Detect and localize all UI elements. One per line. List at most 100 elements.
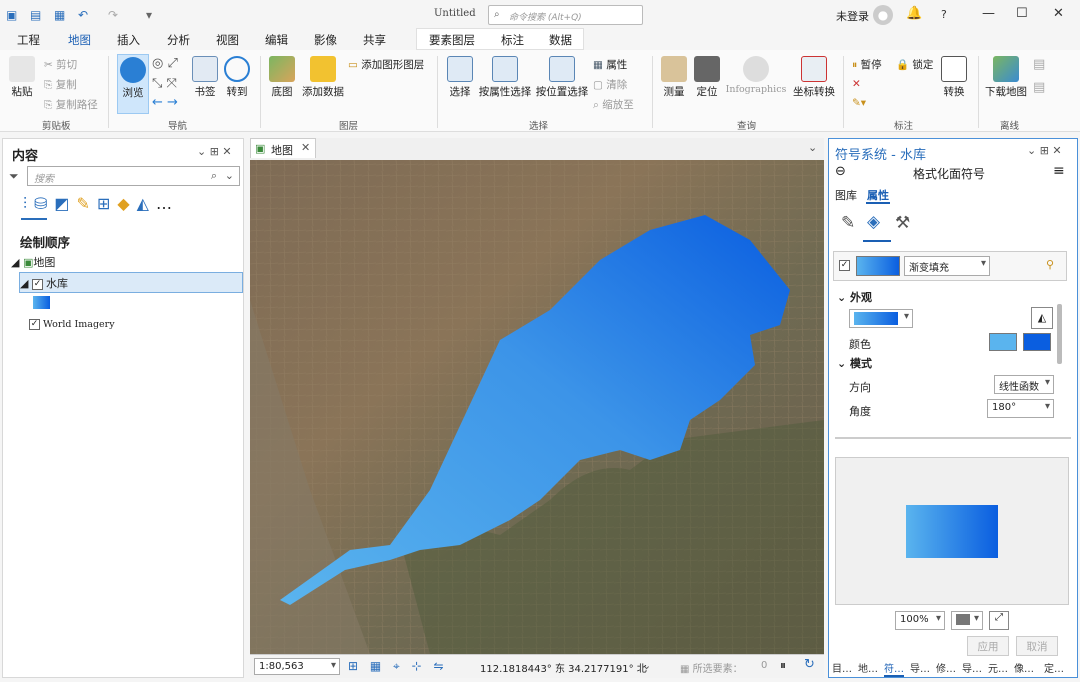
cancel-button[interactable]: 取消 (1016, 636, 1058, 656)
tab-project[interactable]: 工程 (17, 32, 40, 48)
lock-icon[interactable]: ⚲ (1046, 258, 1054, 271)
wrench-icon[interactable]: ⚒ (895, 213, 910, 233)
filter-icon[interactable]: ⏷ (9, 169, 19, 184)
minimize-icon[interactable]: — (982, 6, 995, 21)
map-tab[interactable]: ▣ 地图 ✕ (250, 138, 316, 158)
bottom-tab-5[interactable]: 导… (962, 660, 982, 675)
selection-icon[interactable]: ◩ (54, 194, 76, 213)
charts-icon[interactable]: ◭ (137, 194, 156, 213)
tab-labeling[interactable]: 标注 (501, 32, 524, 48)
download-map-button[interactable]: 下载地图 (984, 56, 1028, 99)
select-button[interactable]: 选择 (447, 56, 473, 99)
infographics-button[interactable]: Infographics (724, 56, 788, 95)
tab-feature-layer[interactable]: 要素图层 (429, 32, 475, 48)
brush-icon[interactable]: ✎ (841, 213, 855, 233)
chevron-down-icon[interactable]: ⌄ (808, 141, 817, 154)
preview-options-icon[interactable]: ⤢ (989, 611, 1009, 630)
tab-imagery[interactable]: 影像 (314, 32, 337, 48)
convert-coordinates-button[interactable]: 坐标转换 (792, 56, 836, 99)
bottom-tab-6[interactable]: 元… (988, 660, 1008, 675)
user-label[interactable]: 未登录 (836, 8, 869, 24)
explore-button[interactable]: 浏览 (117, 54, 149, 114)
tab-share[interactable]: 共享 (363, 32, 386, 48)
add-data-button[interactable]: 添加数据 (301, 56, 345, 99)
visibility-checkbox[interactable]: ✓ (29, 319, 40, 330)
command-search-input[interactable]: ⌕ 命令搜索 (Alt+Q) (488, 5, 643, 25)
save-icon[interactable]: ▦ (54, 8, 65, 22)
goto-button[interactable]: 转到 (224, 56, 250, 99)
color-start-picker[interactable] (989, 333, 1017, 351)
cut-button[interactable]: ✂ 剪切 (44, 57, 77, 72)
scale-dropdown[interactable]: 1:80,563 (254, 658, 340, 675)
close-icon[interactable]: ✕ (301, 141, 310, 154)
add-graphics-layer-button[interactable]: ▭ 添加图形图层 (348, 57, 424, 72)
convert-labels-button[interactable]: 转换 (940, 56, 968, 99)
drawing-order-icon[interactable]: ⫶ (23, 194, 34, 213)
pane-options-icon[interactable]: ⌄ ⊞ ✕ (197, 145, 232, 158)
editing-icon[interactable]: ✎ (77, 194, 97, 213)
expand-icon[interactable]: ◢ (20, 277, 28, 290)
angle-input[interactable]: 180° (987, 399, 1054, 418)
paste-button[interactable]: 粘贴 (8, 56, 36, 99)
zoom-to-selection-button[interactable]: ⌕ 缩放至 (593, 97, 634, 112)
symbol-layer-row[interactable]: ✓ 渐变填充 ⚲ (833, 251, 1067, 281)
copy-path-button[interactable]: ⎘ 复制路径 (44, 97, 98, 112)
select-by-attribute-button[interactable]: 按属性选择 (478, 56, 532, 99)
zoom-in-out-icon[interactable]: ⤡ ⤧ (152, 76, 177, 91)
back-forward-icon[interactable]: ← → (152, 95, 178, 110)
expand-icon[interactable]: ◢ (11, 256, 19, 269)
copy-button[interactable]: ⎘ 复制 (44, 77, 77, 92)
avatar[interactable]: ● (873, 5, 893, 25)
menu-icon[interactable]: ≡ (1053, 163, 1065, 179)
color-scheme-dropdown[interactable] (849, 309, 913, 328)
measure-button[interactable]: 测量 (660, 56, 688, 99)
lock-labeling-button[interactable]: 🔒 锁定 (896, 57, 933, 72)
full-extent-icon[interactable]: ◎ ⤢ (152, 56, 178, 71)
unplaced-labels-icon[interactable]: ✕ (852, 78, 861, 90)
tab-insert[interactable]: 插入 (117, 32, 140, 48)
preview-zoom-dropdown[interactable]: 100% (895, 611, 945, 630)
pane-options-icon[interactable]: ⌄ ⊞ ✕ (1027, 144, 1062, 157)
apply-button[interactable]: 应用 (967, 636, 1009, 656)
color-end-picker[interactable] (1023, 333, 1051, 351)
map-node[interactable]: ◢ ▣地图 (11, 254, 55, 270)
labeling-icon[interactable]: ◆ (117, 194, 136, 213)
scrollbar[interactable] (1057, 304, 1062, 364)
bottom-tab-map[interactable]: 地… (858, 660, 878, 675)
tab-view[interactable]: 视图 (216, 32, 239, 48)
back-icon[interactable]: ⊖ (835, 164, 846, 179)
pattern-heading[interactable]: ⌄ 模式 (837, 355, 872, 371)
tab-analysis[interactable]: 分析 (167, 32, 190, 48)
layers-icon[interactable]: ◈ (867, 212, 880, 232)
symbol-layer-checkbox[interactable]: ✓ (839, 260, 850, 271)
maximize-icon[interactable]: ☐ (1016, 6, 1028, 21)
label-options-icon[interactable]: ✎▾ (852, 97, 866, 109)
splitter[interactable] (835, 437, 1071, 439)
flip-colors-button[interactable]: ◭ (1031, 307, 1053, 329)
locate-button[interactable]: 定位 (693, 56, 721, 99)
select-by-location-button[interactable]: 按位置选择 (535, 56, 589, 99)
help-button[interactable]: ? (941, 8, 947, 21)
bottom-tab-7[interactable]: 像… (1014, 660, 1034, 675)
fill-type-dropdown[interactable]: 渐变填充 (904, 256, 990, 276)
contents-search-input[interactable]: 搜索 ⌕ ⌄ (27, 166, 240, 186)
close-icon[interactable]: ✕ (1053, 6, 1064, 21)
gradient-symbol-swatch[interactable] (33, 296, 50, 309)
bottom-tab-catalog[interactable]: 目… (832, 660, 852, 675)
tab-map[interactable]: 地图 (68, 32, 91, 52)
more-icon[interactable]: … (156, 194, 179, 213)
attributes-button[interactable]: ▦ 属性 (593, 57, 627, 72)
data-source-icon[interactable]: ⛁ (34, 194, 54, 213)
tab-properties[interactable]: 属性 (867, 187, 889, 203)
tab-data[interactable]: 数据 (549, 32, 572, 48)
contents-view-toolbar[interactable]: ⫶⛁◩✎⊞◆◭… (23, 194, 179, 214)
direction-dropdown[interactable]: 线性函数 (994, 375, 1054, 394)
gradient-preview-swatch[interactable] (856, 256, 900, 276)
visibility-checkbox[interactable]: ✓ (31, 278, 43, 290)
refresh-icon[interactable]: ↻ (804, 657, 815, 672)
open-icon[interactable]: ▤ (30, 8, 41, 22)
customize-icon[interactable]: ▾ (146, 8, 152, 22)
map-canvas[interactable] (250, 160, 824, 654)
pause-labeling-button[interactable]: ⏸ 暂停 (852, 57, 882, 72)
remove-offline-icon[interactable]: ▤ (1033, 80, 1045, 95)
